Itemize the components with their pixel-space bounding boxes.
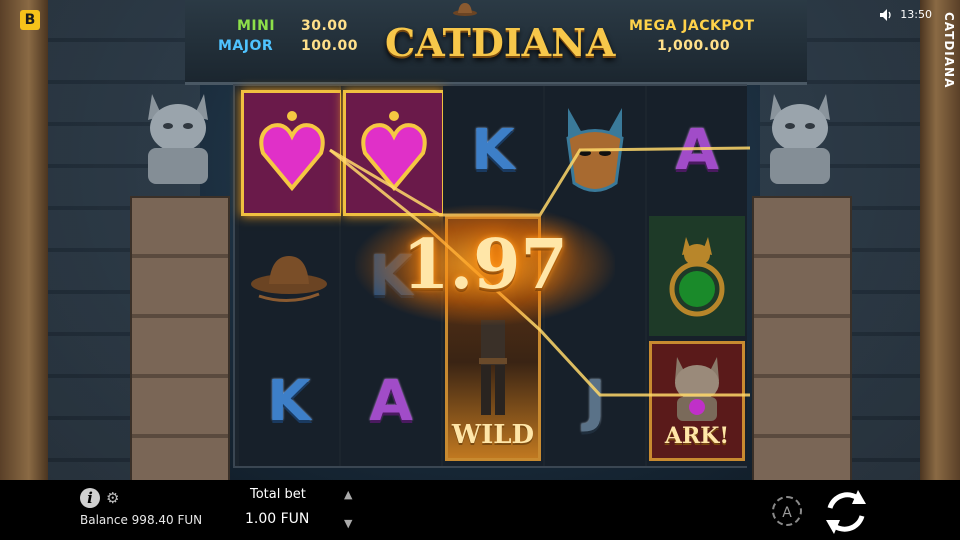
brand-logo-badge: B: [20, 10, 40, 30]
symbol-cowboy-hat: [241, 216, 337, 336]
info-icon[interactable]: i: [80, 488, 100, 508]
cat-mask-icon: [566, 107, 624, 192]
symbol-ark-cat: ARK!: [649, 341, 745, 461]
game-logo: CATDIANA: [385, 20, 616, 65]
stone-cat-icon: [148, 94, 208, 184]
letter-j: J: [584, 368, 606, 434]
total-bet-label: Total bet: [250, 487, 306, 502]
cat-statue-left: [126, 86, 230, 485]
symbol-k: K: [241, 341, 337, 461]
clock-time: 13:50: [900, 8, 932, 21]
cowboy-hat-icon: [251, 256, 327, 302]
autoplay-button[interactable]: A: [772, 496, 802, 526]
speaker-icon[interactable]: [880, 8, 894, 21]
stone-cat-icon: [770, 94, 830, 184]
gem-heart-icon: [259, 111, 325, 192]
bet-decrease-arrow-icon[interactable]: ▼: [344, 517, 352, 530]
symbol-gem-heart: [241, 90, 343, 216]
statue-pedestal: [130, 196, 230, 485]
reel-5: A ARK!: [647, 86, 747, 466]
symbol-gem-heart: [343, 90, 445, 216]
total-bet-value: 1.00 FUN: [245, 511, 310, 527]
ark-label: ARK!: [664, 423, 730, 449]
symbol-cat-mask: [547, 90, 643, 210]
carved-pillar-left: [0, 0, 48, 480]
symbol-a: A: [649, 90, 745, 210]
mega-jackpot-label: MEGA JACKPOT: [629, 18, 755, 34]
gem-heart-icon: [361, 111, 427, 192]
wild-label: WILD: [451, 420, 535, 450]
symbol-k: K: [445, 90, 541, 210]
mega-jackpot-value: 1,000.00: [657, 38, 731, 54]
major-jackpot-value: 100.00: [301, 38, 359, 54]
symbol-j: J: [547, 341, 643, 461]
gear-icon[interactable]: ⚙: [106, 489, 119, 507]
reel-1: K: [239, 86, 343, 466]
cat-holding-gem-icon: [675, 357, 719, 421]
mini-jackpot-value: 30.00: [301, 18, 348, 34]
spin-button[interactable]: [820, 486, 872, 538]
emerald-amulet-icon: [669, 237, 725, 317]
win-amount: 1.97: [402, 225, 568, 305]
major-jackpot-label: MAJOR: [218, 38, 274, 54]
game-title-vertical: CATDIANA: [942, 12, 956, 89]
bet-increase-arrow-icon[interactable]: ▲: [344, 488, 352, 501]
symbol-cat-amulet: [649, 216, 745, 336]
statue-pedestal: [752, 196, 852, 485]
letter-a: A: [675, 117, 719, 183]
letter-k: K: [267, 368, 311, 434]
mini-jackpot-label: MINI: [237, 18, 276, 34]
bottom-bar: [0, 480, 960, 540]
letter-a: A: [369, 368, 413, 434]
letter-k: K: [471, 117, 515, 183]
jackpot-header: MINI 30.00 MAJOR 100.00 CATDIANA MEGA JA…: [185, 0, 807, 85]
cat-statue-right: [748, 86, 852, 485]
status-bar: 13:50: [880, 8, 932, 21]
symbol-a: A: [343, 341, 439, 461]
balance-display: Balance 998.40 FUN: [80, 513, 203, 527]
